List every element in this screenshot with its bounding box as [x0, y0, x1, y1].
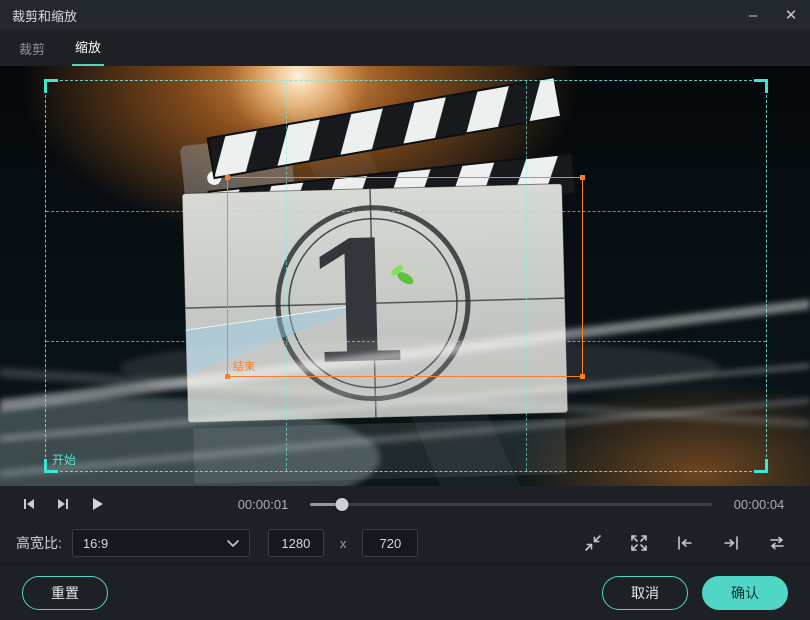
cancel-button[interactable]: 取消: [602, 576, 688, 610]
expand-icon[interactable]: [628, 532, 650, 554]
end-handle-bottom-right[interactable]: [580, 374, 585, 379]
end-handle-bottom-left[interactable]: [225, 374, 230, 379]
crop-handle-top-right[interactable]: [754, 79, 768, 93]
slider-track[interactable]: [310, 503, 712, 506]
seek-slider[interactable]: [310, 496, 712, 512]
slider-handle[interactable]: [336, 498, 349, 511]
aspect-ratio-select[interactable]: 16:9: [72, 529, 250, 557]
tab-zoom[interactable]: 缩放: [72, 29, 104, 66]
swap-icon[interactable]: [766, 532, 788, 554]
crop-zoom-dialog: 裁剪和缩放 – ✕ 裁剪 缩放: [0, 0, 810, 620]
previous-frame-button[interactable]: [16, 491, 42, 517]
aspect-ratio-value: 16:9: [83, 536, 108, 551]
title-bar: 裁剪和缩放 – ✕: [0, 0, 810, 30]
close-button[interactable]: ✕: [772, 0, 810, 30]
height-input[interactable]: [362, 529, 418, 557]
dialog-footer: 重置 取消 确认: [0, 564, 810, 620]
video-preview-area: 1: [0, 66, 810, 486]
chevron-down-icon: [227, 540, 239, 547]
end-handle-top-left[interactable]: [225, 175, 230, 180]
current-time: 00:00:01: [228, 497, 298, 512]
tab-bar: 裁剪 缩放: [0, 30, 810, 66]
align-left-icon[interactable]: [674, 532, 696, 554]
play-button[interactable]: [84, 491, 110, 517]
confirm-button[interactable]: 确认: [702, 576, 788, 610]
zoom-tools: [582, 532, 794, 554]
next-frame-button[interactable]: [50, 491, 76, 517]
start-region-label: 开始: [52, 451, 76, 468]
aspect-ratio-row: 高宽比: 16:9 x: [0, 522, 810, 564]
crop-handle-bottom-right[interactable]: [754, 459, 768, 473]
crop-handle-top-left[interactable]: [44, 79, 58, 93]
aspect-ratio-label: 高宽比:: [16, 533, 62, 553]
end-region-label: 结束: [233, 358, 255, 374]
playback-controls: 00:00:01 00:00:04: [0, 486, 810, 522]
tab-crop[interactable]: 裁剪: [16, 31, 48, 66]
end-handle-top-right[interactable]: [580, 175, 585, 180]
width-input[interactable]: [268, 529, 324, 557]
zoom-end-region[interactable]: 结束: [227, 177, 583, 377]
collapse-icon[interactable]: [582, 532, 604, 554]
reset-button[interactable]: 重置: [22, 576, 108, 610]
align-right-icon[interactable]: [720, 532, 742, 554]
dialog-title: 裁剪和缩放: [12, 6, 77, 25]
minimize-button[interactable]: –: [734, 0, 772, 30]
dimension-separator: x: [340, 536, 347, 551]
total-time: 00:00:04: [724, 497, 794, 512]
